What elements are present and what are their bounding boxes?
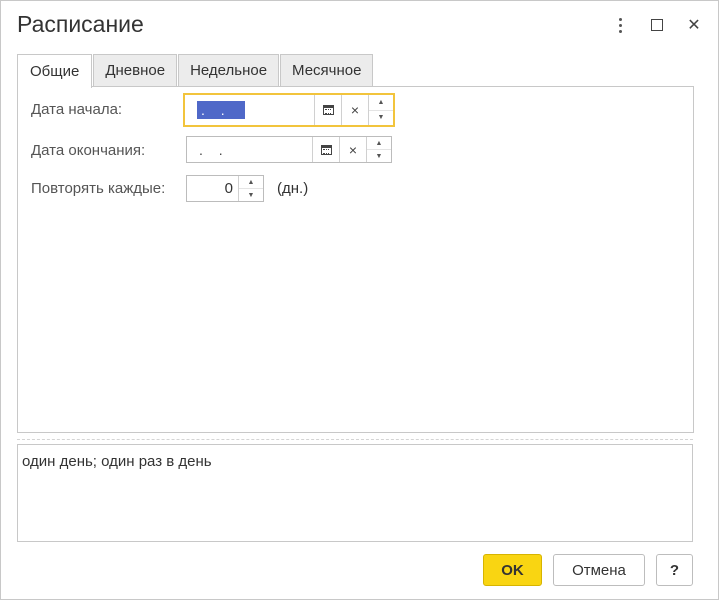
end-date-stepper[interactable]: ▲ ▼ <box>366 137 391 162</box>
clear-icon[interactable]: × <box>341 95 368 125</box>
tab-weekly[interactable]: Недельное <box>178 54 280 86</box>
repeat-days-field[interactable]: 0 ▲ ▼ <box>186 175 264 202</box>
spin-down-icon[interactable]: ▼ <box>367 150 391 162</box>
cancel-button[interactable]: Отмена <box>553 554 645 586</box>
more-vertical-icon[interactable] <box>608 13 632 37</box>
ok-button[interactable]: OK <box>483 554 542 586</box>
start-date-stepper[interactable]: ▲ ▼ <box>368 95 393 125</box>
start-date-input[interactable]: . . <box>185 95 314 125</box>
tab-general[interactable]: Общие <box>17 54 93 88</box>
schedule-summary: один день; один раз в день <box>17 444 693 542</box>
end-date-label: Дата окончания: <box>31 142 146 159</box>
spin-up-icon[interactable]: ▲ <box>369 95 393 111</box>
tab-monthly[interactable]: Месячное <box>280 54 374 86</box>
start-date-field[interactable]: . . × ▲ ▼ <box>183 93 395 127</box>
clear-icon[interactable]: × <box>339 137 366 162</box>
repeat-days-input[interactable]: 0 <box>187 176 238 201</box>
calendar-icon[interactable] <box>312 137 339 162</box>
maximize-icon[interactable] <box>645 13 669 37</box>
spin-up-icon[interactable]: ▲ <box>367 137 391 150</box>
general-tab-panel: Дата начала: . . × ▲ ▼ Дата окончания: .… <box>17 86 694 433</box>
splitter[interactable] <box>17 439 693 440</box>
spin-up-icon[interactable]: ▲ <box>239 176 263 189</box>
help-button[interactable]: ? <box>656 554 693 586</box>
repeat-label: Повторять каждые: <box>31 180 166 197</box>
tab-bar: Общие Дневное Недельное Месячное <box>17 54 374 88</box>
dialog-title: Расписание <box>17 11 144 37</box>
spin-down-icon[interactable]: ▼ <box>239 189 263 201</box>
end-date-input[interactable]: . . <box>187 137 312 162</box>
repeat-unit-label: (дн.) <box>277 180 309 197</box>
spin-down-icon[interactable]: ▼ <box>369 111 393 126</box>
tab-daily[interactable]: Дневное <box>93 54 178 86</box>
start-date-label: Дата начала: <box>31 101 123 118</box>
close-icon[interactable]: ✕ <box>682 13 706 37</box>
repeat-days-stepper[interactable]: ▲ ▼ <box>238 176 263 201</box>
end-date-field[interactable]: . . × ▲ ▼ <box>186 136 392 163</box>
schedule-dialog: Расписание ✕ Общие Дневное Недельное Мес… <box>0 0 719 600</box>
calendar-icon[interactable] <box>314 95 341 125</box>
